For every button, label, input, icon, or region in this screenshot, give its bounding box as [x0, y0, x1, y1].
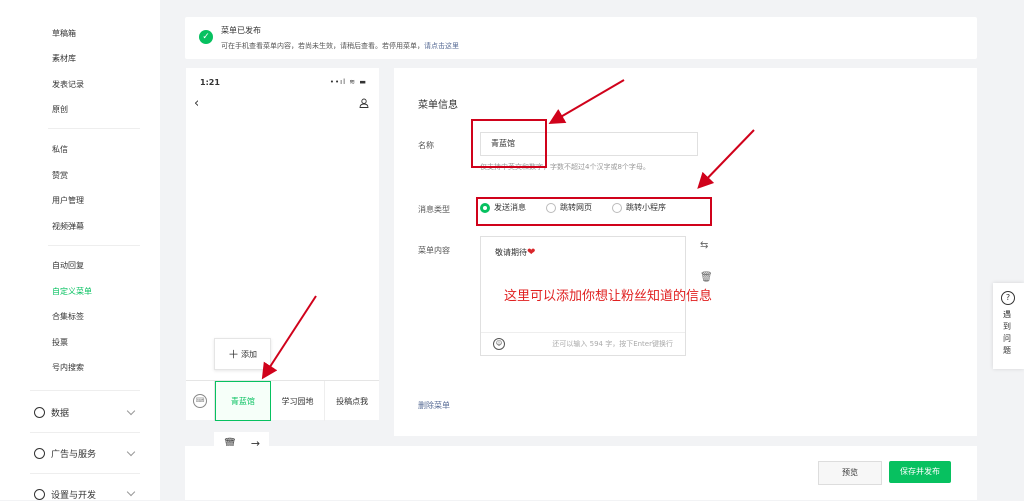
user-icon[interactable]	[359, 98, 369, 108]
sidebar-main-label: 设置与开发	[51, 491, 97, 501]
phone-time: 1:21	[200, 78, 220, 87]
menu-tab-submit[interactable]: 投稿点我	[325, 381, 379, 421]
chart-icon	[34, 407, 45, 418]
question-icon: ?	[1001, 291, 1015, 305]
divider	[30, 432, 140, 433]
sidebar-item-custom-menu[interactable]: 自定义菜单	[52, 286, 92, 297]
sidebar-item-messages[interactable]: 私信	[52, 144, 68, 155]
chevron-down-icon	[126, 487, 136, 497]
phone-preview: 1:21 ••ıl ≋ ▬ ‹ ＋ 添加 ⌨ 青蓝馆 学习园地 投稿点我	[186, 68, 379, 421]
gear-icon	[34, 489, 45, 500]
menu-tab-qinglanguan[interactable]: 青蓝馆	[215, 381, 271, 421]
sidebar-item-users[interactable]: 用户管理	[52, 195, 84, 206]
editor-footer: ☺ 还可以输入 594 字，按下Enter键换行	[481, 332, 685, 355]
heart-icon: ❤	[527, 247, 536, 258]
sidebar: 草稿箱 素材库 发表记录 原创 私信 赞赏 用户管理 视频弹幕 自动回复 自定义…	[0, 0, 160, 501]
sidebar-item-danmaku[interactable]: 视频弹幕	[52, 221, 84, 232]
chevron-down-icon	[126, 406, 136, 416]
sidebar-item-collections[interactable]: 合集标签	[52, 311, 84, 322]
char-count: 还可以输入 594 字，按下Enter键换行	[552, 340, 673, 348]
back-icon[interactable]: ‹	[194, 96, 199, 111]
notice-link[interactable]: 请点击这里	[424, 42, 459, 50]
keyboard-toggle[interactable]: ⌨	[186, 381, 215, 421]
sidebar-item-search[interactable]: 号内搜索	[52, 362, 84, 373]
panel-title: 菜单信息	[418, 100, 458, 111]
trash-icon[interactable]: 🗑	[700, 272, 713, 283]
delete-menu-link[interactable]: 删除菜单	[418, 400, 450, 411]
highlight-box-type	[476, 197, 712, 226]
type-label: 消息类型	[418, 205, 450, 214]
keyboard-icon: ⌨	[193, 394, 207, 408]
plus-icon: ＋	[228, 348, 239, 361]
footer-bar: 预览 保存并发布	[185, 446, 977, 500]
chevron-down-icon	[126, 447, 136, 457]
add-label: 添加	[241, 349, 257, 359]
phone-menu-bar: ⌨ 青蓝馆 学习园地 投稿点我	[186, 380, 379, 421]
compass-icon	[34, 448, 45, 459]
sidebar-item-original[interactable]: 原创	[52, 104, 68, 115]
menu-tab-study[interactable]: 学习园地	[271, 381, 326, 421]
sidebar-item-publish-history[interactable]: 发表记录	[52, 79, 84, 90]
sidebar-item-materials[interactable]: 素材库	[52, 53, 76, 64]
sidebar-item-drafts[interactable]: 草稿箱	[52, 28, 76, 39]
sidebar-main-settings[interactable]: 设置与开发	[34, 488, 96, 501]
notice-title: 菜单已发布	[221, 26, 261, 35]
preview-button[interactable]: 预览	[818, 461, 882, 485]
sidebar-item-vote[interactable]: 投票	[52, 337, 68, 348]
highlight-box-name	[471, 119, 547, 168]
sidebar-item-rewards[interactable]: 赞赏	[52, 170, 68, 181]
content-text: 敬请期待❤	[495, 247, 536, 258]
content-label: 菜单内容	[418, 246, 450, 255]
help-widget[interactable]: ? 遇到问题	[993, 283, 1024, 369]
emoji-icon[interactable]: ☺	[493, 338, 505, 350]
sidebar-main-label: 广告与服务	[51, 450, 97, 460]
publish-notice: ✓ 菜单已发布 可在手机查看菜单内容，若尚未生效，请稍后查看。若停用菜单，请点击…	[185, 17, 977, 59]
save-publish-button[interactable]: 保存并发布	[889, 461, 951, 483]
divider	[30, 473, 140, 474]
sidebar-item-auto-reply[interactable]: 自动回复	[52, 260, 84, 271]
annotation-text: 这里可以添加你想让粉丝知道的信息	[504, 289, 713, 304]
swap-icon[interactable]: ⇆	[700, 240, 708, 251]
check-icon: ✓	[199, 30, 213, 44]
divider	[48, 128, 140, 129]
divider	[48, 245, 140, 246]
name-label: 名称	[418, 141, 434, 150]
add-submenu-button[interactable]: ＋ 添加	[214, 338, 271, 370]
notice-desc: 可在手机查看菜单内容，若尚未生效，请稍后查看。若停用菜单，请点击这里	[221, 42, 459, 50]
divider	[30, 390, 140, 391]
help-label: 遇到问题	[1003, 310, 1011, 355]
sidebar-main-data[interactable]: 数据	[34, 406, 69, 419]
sidebar-main-ads[interactable]: 广告与服务	[34, 447, 96, 460]
phone-status-icons: ••ıl ≋ ▬	[329, 78, 367, 86]
sidebar-main-label: 数据	[51, 409, 70, 419]
